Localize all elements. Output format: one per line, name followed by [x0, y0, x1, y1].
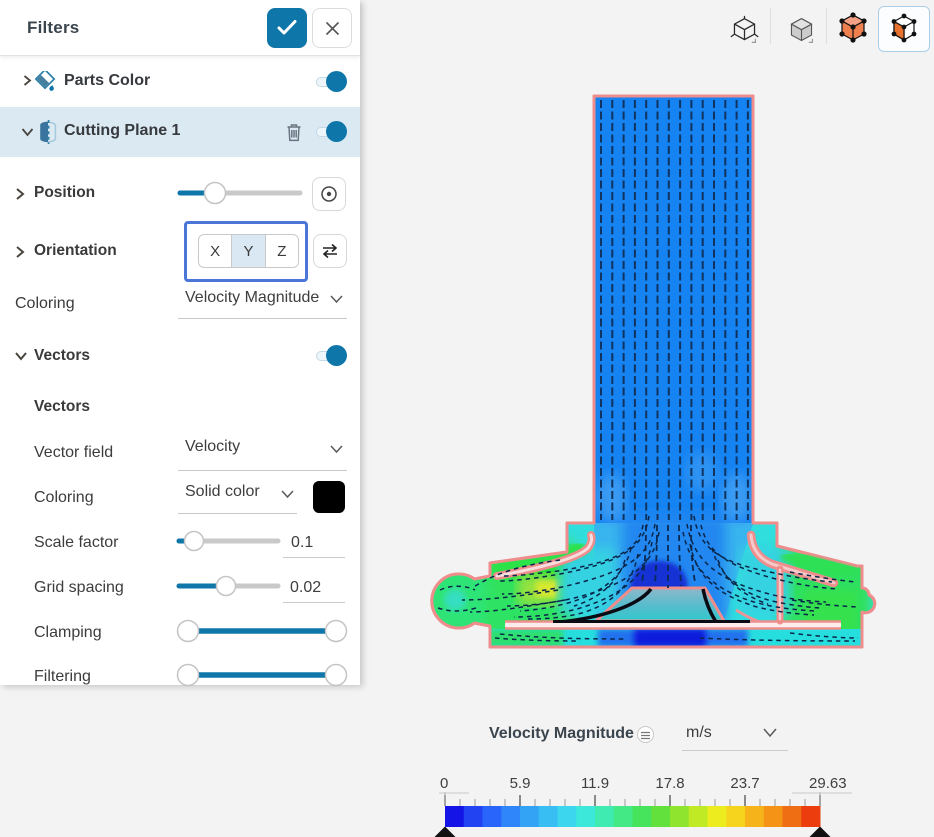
svg-text:5.9: 5.9 — [510, 775, 531, 792]
svg-text:11.9: 11.9 — [581, 775, 609, 792]
svg-text:17.8: 17.8 — [655, 775, 684, 792]
svg-text:0: 0 — [440, 775, 448, 792]
svg-text:23.7: 23.7 — [730, 775, 759, 792]
svg-text:29.63: 29.63 — [809, 775, 847, 792]
